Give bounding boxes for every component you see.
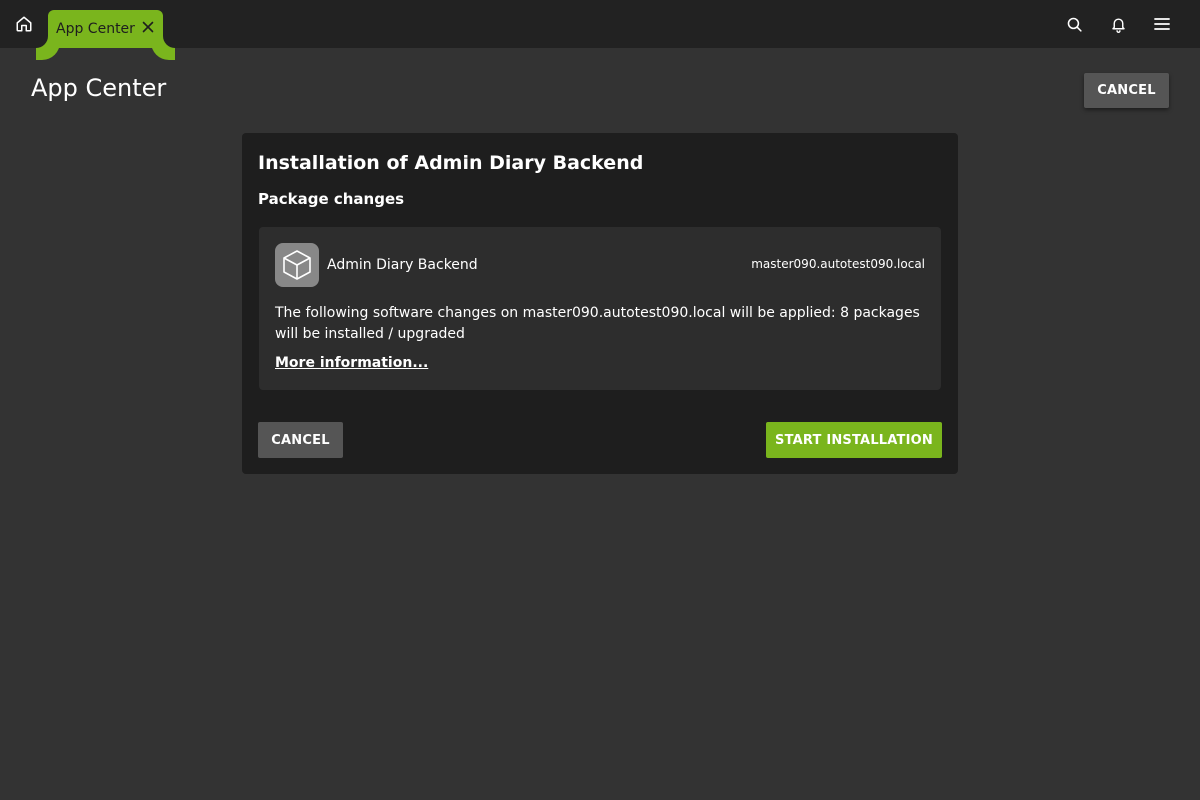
tab-label: App Center [56, 21, 135, 37]
header-cancel-button[interactable]: CANCEL [1084, 73, 1169, 108]
page-title: App Center [31, 74, 167, 102]
bell-icon[interactable] [1106, 12, 1130, 36]
search-icon[interactable] [1062, 12, 1086, 36]
more-information-link[interactable]: More information... [275, 355, 428, 371]
dialog-cancel-button[interactable]: CANCEL [258, 422, 343, 458]
package-description: The following software changes on master… [275, 305, 920, 342]
home-icon[interactable] [10, 10, 38, 38]
hamburger-menu-icon[interactable] [1150, 12, 1174, 36]
package-box-icon [275, 243, 319, 287]
tab-app-center[interactable]: App Center [48, 10, 163, 48]
close-icon[interactable] [141, 20, 155, 34]
installation-dialog: Installation of Admin Diary Backend Pack… [242, 133, 958, 474]
package-changes-box: Admin Diary Backend master090.autotest09… [259, 227, 941, 390]
dialog-title: Installation of Admin Diary Backend [258, 152, 644, 174]
package-host: master090.autotest090.local [751, 257, 925, 271]
top-bar: App Center [0, 0, 1200, 48]
dialog-subtitle: Package changes [258, 190, 405, 208]
package-name: Admin Diary Backend [327, 257, 478, 273]
start-installation-button[interactable]: START INSTALLATION [766, 422, 942, 458]
